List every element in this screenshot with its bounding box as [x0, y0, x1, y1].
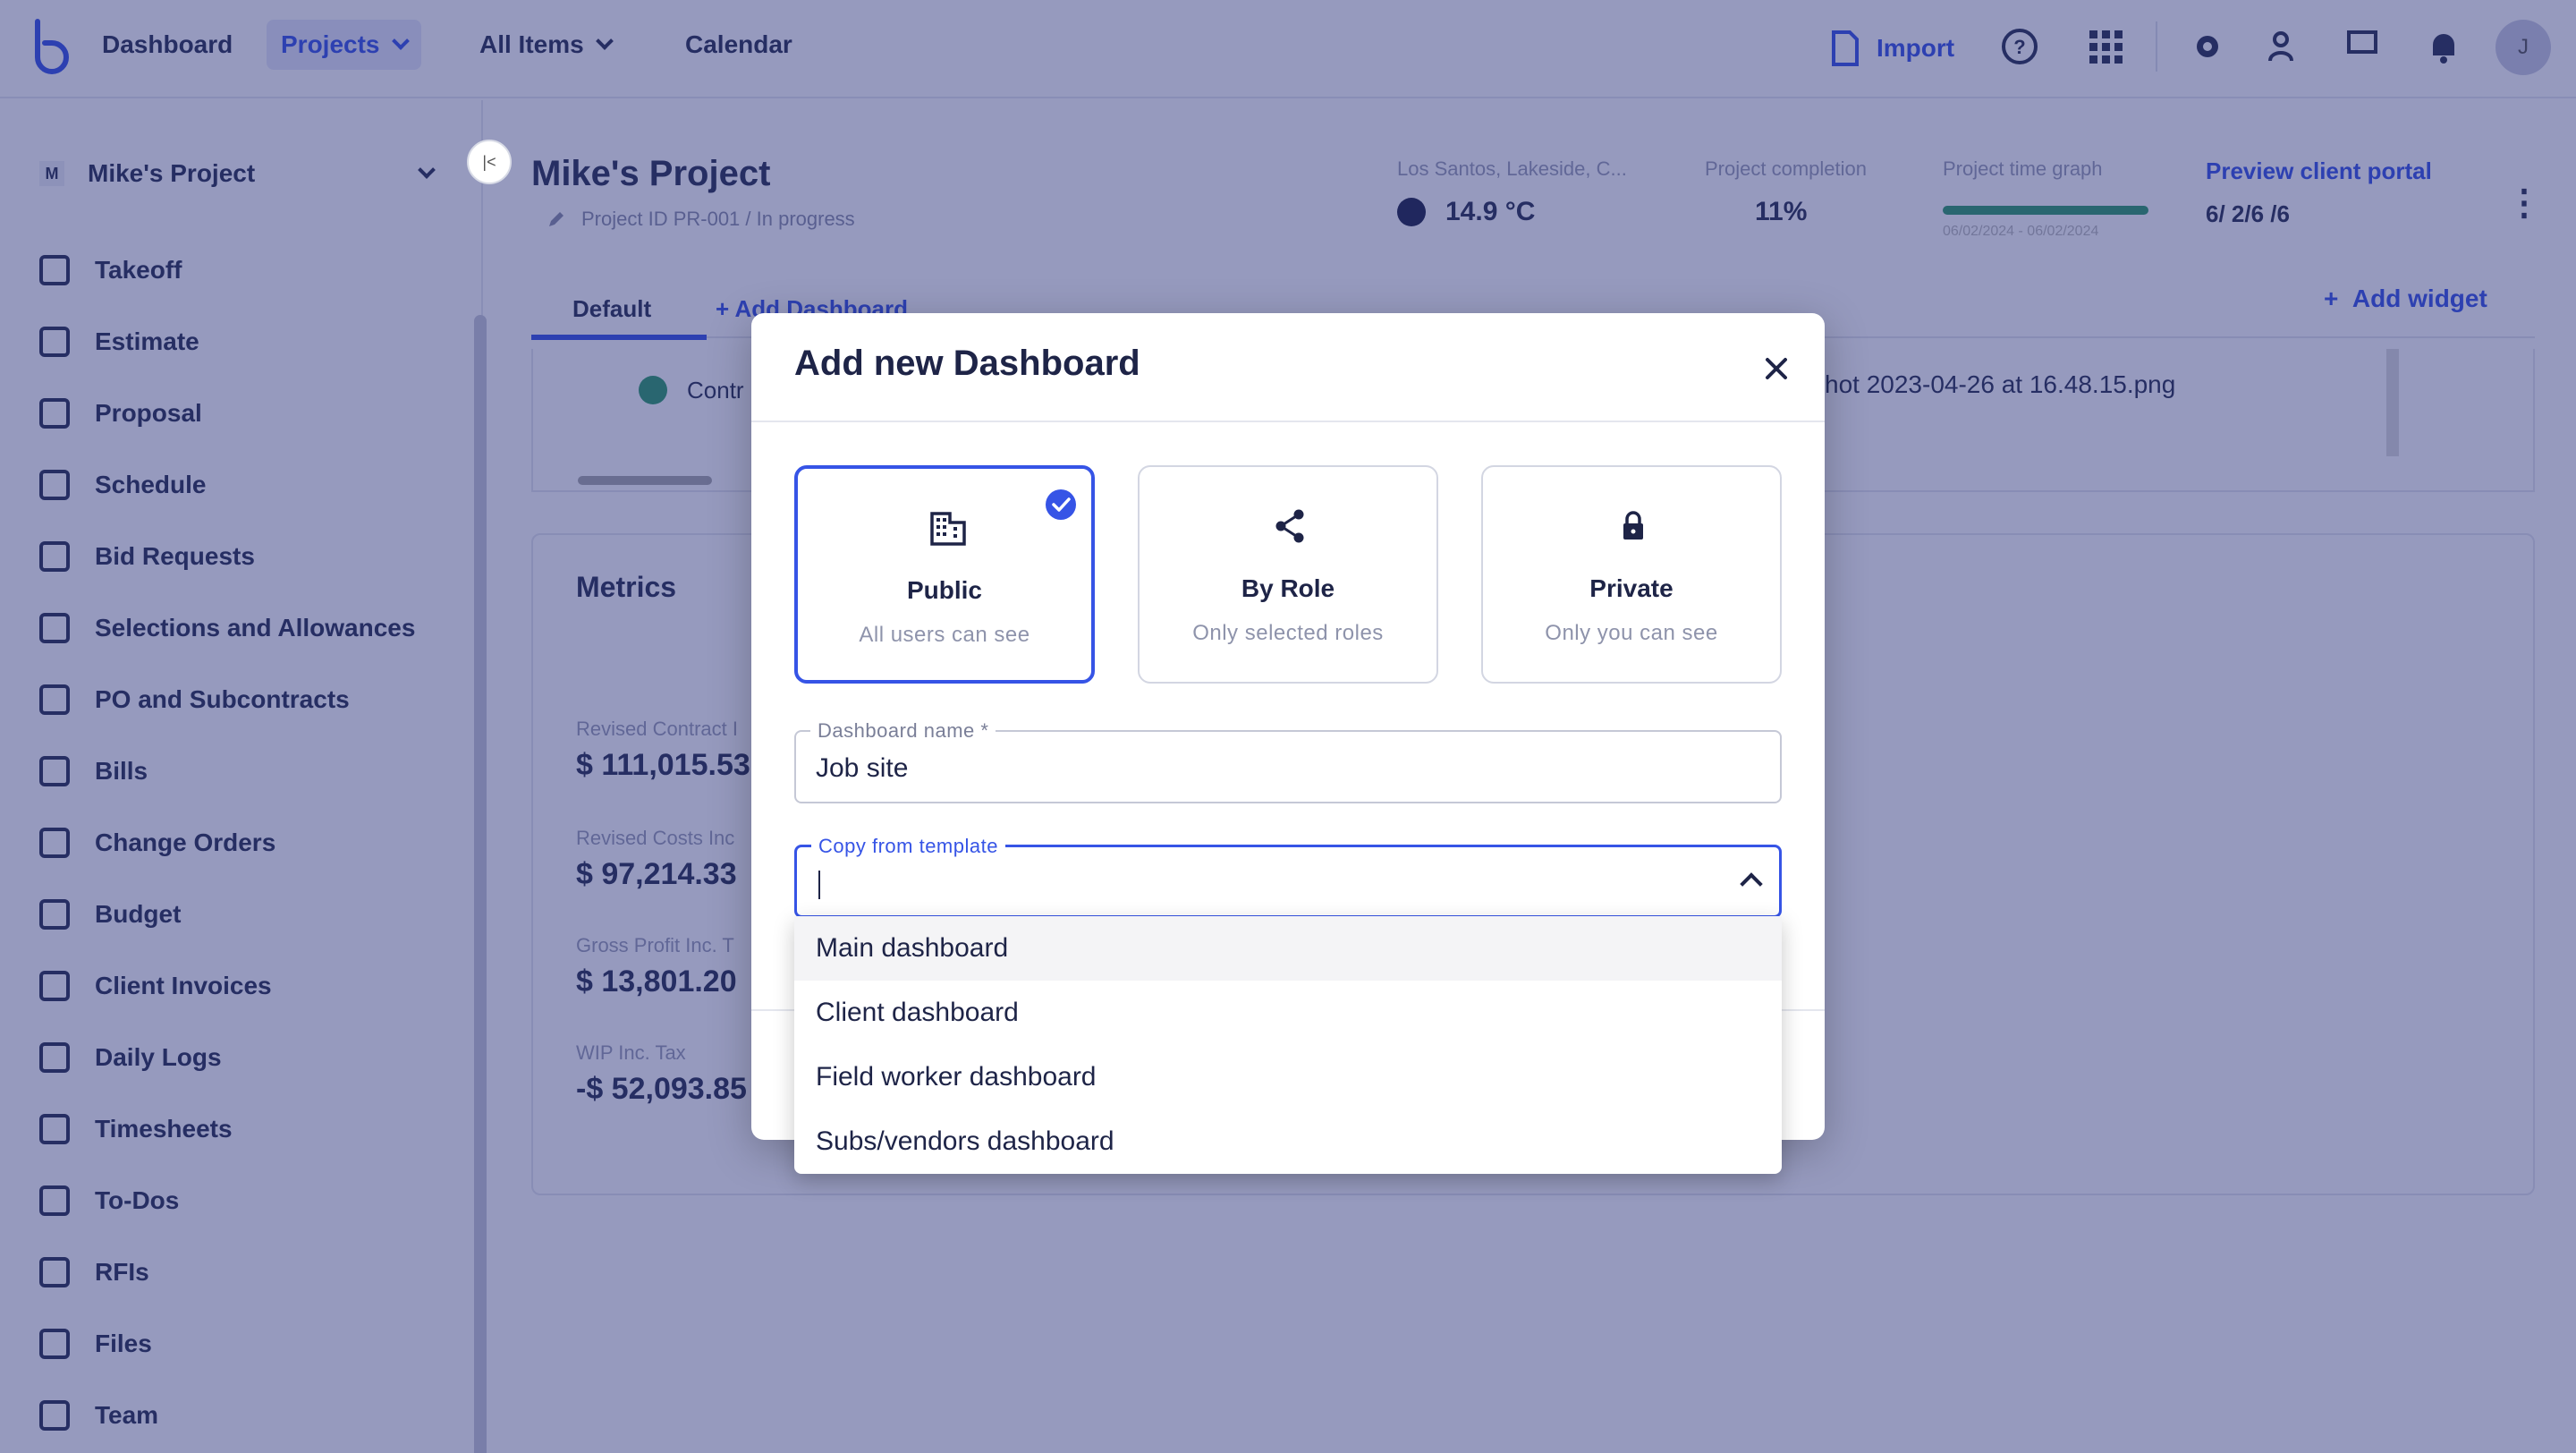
option-title: Public: [906, 576, 982, 604]
dashboard-name-label: Dashboard name *: [810, 719, 996, 743]
template-option-field-worker-dashboard[interactable]: Field worker dashboard: [794, 1045, 1782, 1109]
collapse-sidebar-label: |<: [482, 152, 496, 171]
close-icon: [1766, 358, 1787, 379]
check-circle-icon: [1046, 489, 1076, 520]
visibility-option-public[interactable]: Public All users can see: [794, 465, 1095, 684]
copy-from-template-label: Copy from template: [811, 835, 1005, 858]
option-subtitle: All users can see: [859, 623, 1030, 647]
collapse-sidebar-button[interactable]: |<: [467, 140, 512, 184]
option-title: By Role: [1241, 574, 1335, 602]
divider: [751, 421, 1825, 422]
dashboard-name-field[interactable]: Dashboard name * Job site: [794, 719, 1782, 803]
share-icon: [1275, 509, 1304, 543]
template-option-subs-vendors-dashboard[interactable]: Subs/vendors dashboard: [794, 1109, 1782, 1174]
building-icon: [930, 512, 966, 546]
visibility-option-by-role[interactable]: By Role Only selected roles: [1138, 465, 1438, 684]
copy-from-template-select[interactable]: Copy from template: [794, 835, 1782, 918]
lock-icon: [1623, 511, 1643, 540]
template-dropdown-list: Main dashboard Client dashboard Field wo…: [794, 916, 1782, 1174]
text-cursor: [818, 871, 820, 899]
chevron-up-icon[interactable]: [1740, 872, 1763, 896]
dashboard-name-value: Job site: [816, 753, 909, 783]
option-subtitle: Only you can see: [1545, 621, 1718, 645]
template-option-main-dashboard[interactable]: Main dashboard: [794, 916, 1782, 981]
option-title: Private: [1589, 574, 1674, 602]
close-button[interactable]: [1753, 345, 1800, 392]
option-subtitle: Only selected roles: [1192, 621, 1384, 645]
visibility-option-private[interactable]: Private Only you can see: [1481, 465, 1782, 684]
dialog-title: Add new Dashboard: [794, 344, 1140, 383]
template-option-client-dashboard[interactable]: Client dashboard: [794, 981, 1782, 1045]
